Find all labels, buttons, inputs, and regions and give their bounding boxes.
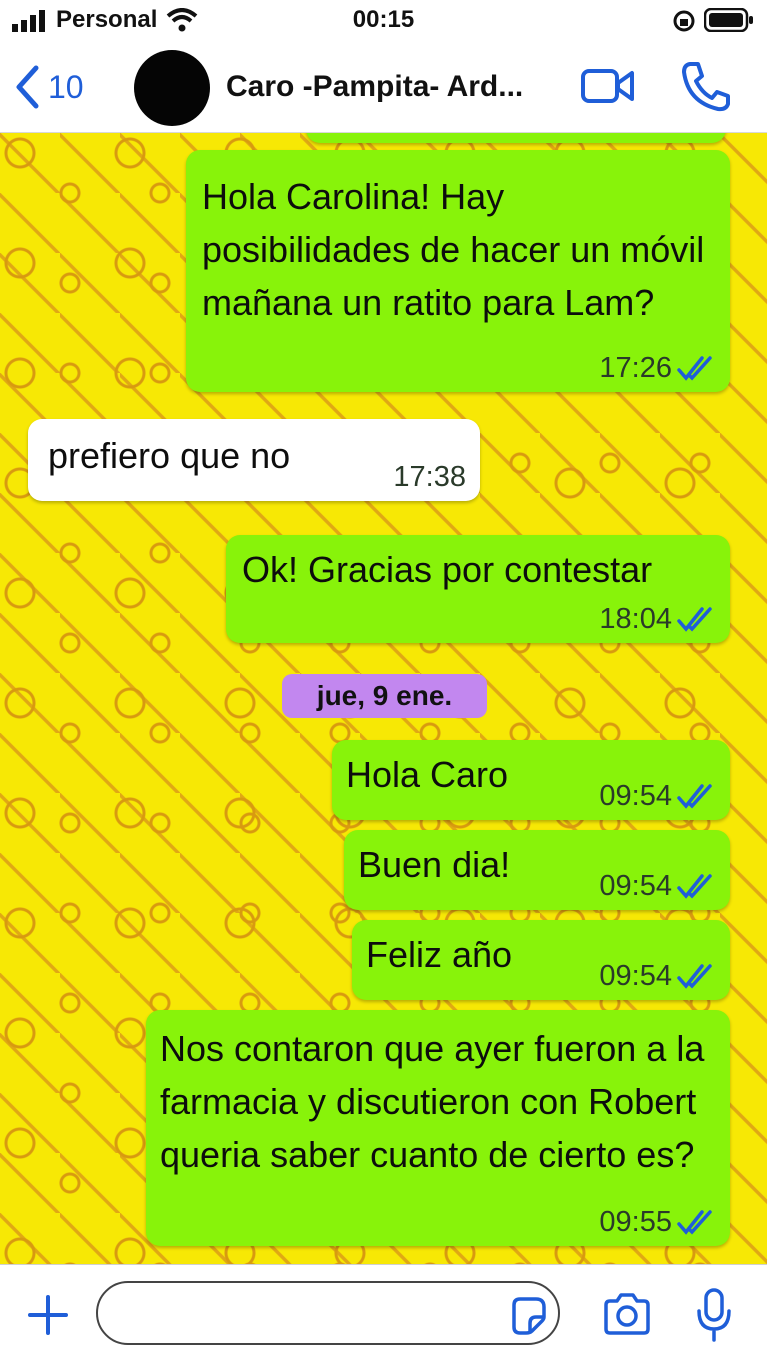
message-meta: 18:04 xyxy=(599,603,716,635)
message-text: Hola Carolina! Hay posibilidades de hace… xyxy=(202,176,705,323)
camera-button[interactable] xyxy=(602,1291,652,1337)
plus-icon xyxy=(28,1295,68,1335)
sticker-button[interactable] xyxy=(508,1295,548,1335)
voice-call-button[interactable] xyxy=(680,60,730,112)
chevron-left-icon xyxy=(16,65,39,109)
double-check-icon xyxy=(677,607,712,632)
double-check-icon xyxy=(677,964,712,989)
message-time: 18:04 xyxy=(599,603,672,635)
status-time: 00:15 xyxy=(352,6,415,33)
message-input[interactable] xyxy=(96,1281,560,1345)
message-bubble-outgoing[interactable]: Hola Caro 09:54 xyxy=(332,740,730,820)
message-bubble-outgoing[interactable]: Hola Carolina! Hay posibilidades de hace… xyxy=(186,150,730,392)
message-time: 17:26 xyxy=(599,352,672,384)
message-bubble-outgoing[interactable]: Nos contaron que ayer fueron a la farmac… xyxy=(146,1010,730,1246)
message-meta: 09:54 xyxy=(599,780,716,812)
message-text: Nos contaron que ayer fueron a la farmac… xyxy=(160,1028,705,1175)
message-time: 17:38 xyxy=(393,461,466,493)
attach-button[interactable] xyxy=(26,1293,70,1337)
phone-icon xyxy=(682,62,730,112)
message-meta: 09:55 xyxy=(599,1206,716,1238)
message-time: 09:54 xyxy=(599,870,672,902)
contact-name[interactable]: Caro -Pampita- Ard... xyxy=(226,70,566,104)
chat-area[interactable]: Hola Carolina! Hay posibilidades de hace… xyxy=(0,133,767,1264)
message-bubble-outgoing[interactable]: Buen dia! 09:54 xyxy=(344,830,730,910)
avatar[interactable] xyxy=(134,50,210,126)
double-check-icon xyxy=(677,356,712,381)
battery-icon xyxy=(704,8,753,32)
message-meta: 17:26 xyxy=(599,352,716,384)
status-bar: Personal 00:15 xyxy=(0,0,767,44)
back-button[interactable]: 10 xyxy=(14,62,104,112)
unread-count: 10 xyxy=(48,68,84,105)
message-bubble-outgoing[interactable]: Feliz año 09:54 xyxy=(352,920,730,1000)
microphone-button[interactable] xyxy=(696,1287,732,1343)
message-time: 09:54 xyxy=(599,960,672,992)
message-bubble-incoming[interactable]: prefiero que no 17:38 xyxy=(28,419,480,501)
date-separator: jue, 9 ene. xyxy=(282,674,487,718)
microphone-icon xyxy=(697,1288,731,1342)
double-check-icon xyxy=(677,784,712,809)
video-camera-icon xyxy=(581,69,634,103)
message-meta: 09:54 xyxy=(599,960,716,992)
sticker-icon xyxy=(512,1297,546,1335)
video-call-button[interactable] xyxy=(580,66,636,106)
camera-icon xyxy=(604,1293,650,1335)
orientation-lock-icon xyxy=(673,10,695,32)
double-check-icon xyxy=(677,1210,712,1235)
message-input-bar xyxy=(0,1264,767,1365)
message-text: Ok! Gracias por contestar xyxy=(242,549,653,590)
message-meta: 09:54 xyxy=(599,870,716,902)
partial-message-bubble xyxy=(306,133,726,143)
chat-header: 10 Caro -Pampita- Ard... xyxy=(0,44,767,133)
double-check-icon xyxy=(677,874,712,899)
message-meta: 17:38 xyxy=(393,461,466,493)
message-bubble-outgoing[interactable]: Ok! Gracias por contestar 18:04 xyxy=(226,535,730,643)
message-time: 09:54 xyxy=(599,780,672,812)
message-time: 09:55 xyxy=(599,1206,672,1238)
